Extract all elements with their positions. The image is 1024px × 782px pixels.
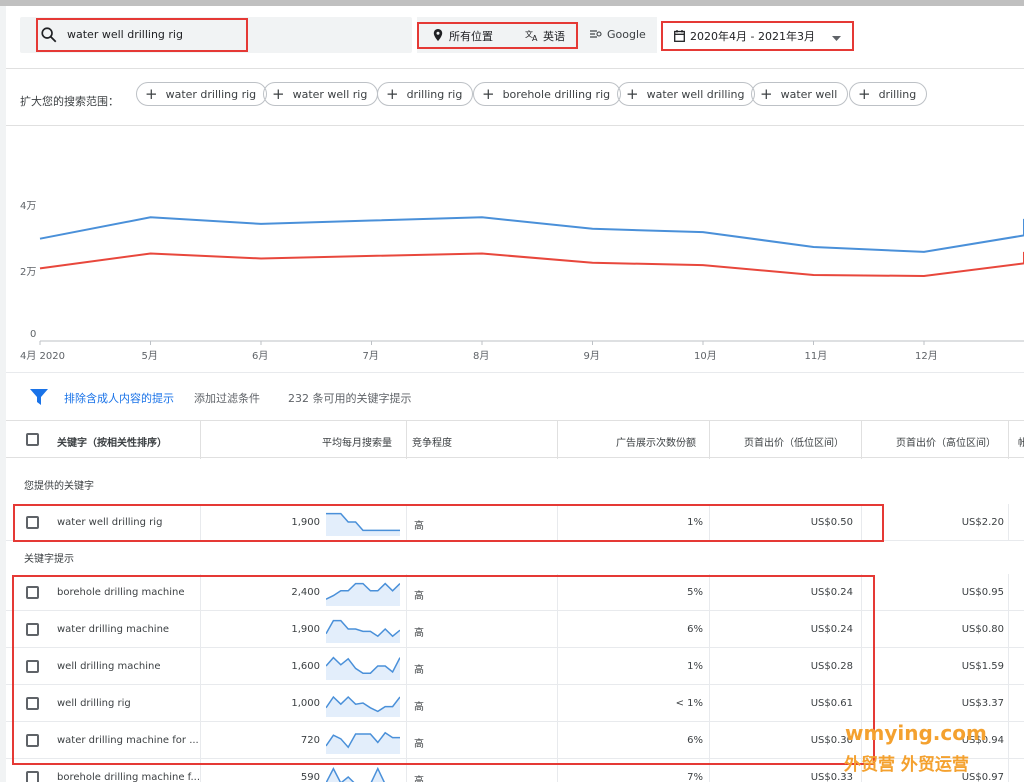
y-tick-label: 4万 <box>20 201 37 212</box>
search-highlight-frame <box>36 18 248 52</box>
column-divider <box>1008 722 1009 759</box>
row-checkbox[interactable] <box>26 771 39 782</box>
network-label: Google <box>607 28 646 41</box>
date-highlight-frame <box>661 21 854 51</box>
bid-high-cell: US$3.37 <box>961 698 1004 709</box>
x-tick-label: 7月 <box>362 351 379 362</box>
column-divider <box>1008 421 1009 459</box>
bid-high-cell: US$0.80 <box>961 624 1004 635</box>
keyword-cell: borehole drilling machine f... <box>57 772 200 782</box>
column-divider <box>861 421 862 459</box>
header-bid-high[interactable]: 页首出价（高位区间） <box>896 434 996 449</box>
x-tick-label: 10月 <box>694 351 717 362</box>
table-header: 关键字（按相关性排序） 平均每月搜索量 竞争程度 广告展示次数份额 页首出价（低… <box>6 420 1024 459</box>
filter-icon[interactable] <box>30 389 48 405</box>
x-tick-label: 12月 <box>915 351 938 362</box>
broaden-search-row: 扩大您的搜索范围： + water drilling rig + water wel… <box>6 68 1024 126</box>
provided-keywords-group: 您提供的关键字 <box>24 481 94 492</box>
header-keyword[interactable]: 关键字（按相关性排序） <box>57 434 167 449</box>
plus-icon: + <box>272 84 285 103</box>
header-volume[interactable]: 平均每月搜索量 <box>322 434 392 449</box>
header-account-status[interactable]: 帐 <box>1018 434 1024 449</box>
broaden-chip[interactable]: + water drilling rig <box>136 82 268 106</box>
y-tick-label: 2万 <box>20 267 37 278</box>
targeting-bar: water well drilling rig 所有位置 文 A 英语 Goog… <box>6 6 1024 64</box>
header-bid-low[interactable]: 页首出价（低位区间） <box>744 434 844 449</box>
bid-high-cell: US$1.59 <box>961 661 1004 672</box>
header-impression-share[interactable]: 广告展示次数份额 <box>616 434 696 449</box>
plus-icon: + <box>626 84 639 103</box>
trend-sparkline <box>326 766 385 782</box>
broaden-chip[interactable]: + water well drilling <box>617 82 756 106</box>
trend-chart-svg <box>39 216 1024 345</box>
plus-icon: + <box>858 84 871 103</box>
column-divider <box>1008 504 1009 541</box>
add-filter-link[interactable]: 添加过滤条件 <box>194 390 260 406</box>
column-divider <box>200 421 201 459</box>
filter-row: 排除含成人内容的提示 添加过滤条件 232 条可用的关键字提示 <box>6 372 1024 420</box>
keyword-planner-page: water well drilling rig 所有位置 文 A 英语 Goog… <box>6 6 1024 782</box>
broaden-chip[interactable]: + water well rig <box>263 82 379 106</box>
column-divider <box>1008 685 1009 722</box>
broaden-chip[interactable]: + drilling rig <box>377 82 474 106</box>
chip-label: drilling rig <box>406 87 463 101</box>
network-icon <box>590 30 602 38</box>
column-divider <box>1008 611 1009 648</box>
column-divider <box>1008 648 1009 685</box>
column-divider <box>557 421 558 459</box>
plus-icon: + <box>386 84 399 103</box>
column-divider <box>709 421 710 459</box>
bid-high-cell: US$2.20 <box>961 517 1004 528</box>
column-divider <box>406 421 407 459</box>
select-all-checkbox[interactable] <box>26 433 39 446</box>
suggestions-highlight-frame <box>12 575 875 765</box>
broaden-chip[interactable]: + borehole drilling rig <box>473 82 622 106</box>
y-tick-label: 0 <box>30 329 37 340</box>
x-tick-label: 6月 <box>252 351 269 362</box>
watermark-domain: wmying.com <box>845 721 987 745</box>
search-volume-trend-chart: 4万 2万 0 4月 20205月6月7月8月9月10月11月12月1月 <box>6 126 1024 372</box>
x-tick-label: 4月 2020 <box>20 351 65 362</box>
column-divider <box>1008 574 1009 611</box>
trend-series-line-0 <box>39 216 1024 253</box>
exclude-adult-filter[interactable]: 排除含成人内容的提示 <box>64 390 174 406</box>
plus-icon: + <box>145 84 158 103</box>
plus-icon: + <box>482 84 495 103</box>
watermark-tagline: 外贸营 外贸运营 <box>844 755 969 775</box>
available-count: 232 条可用的关键字提示 <box>288 392 412 405</box>
chip-label: water well rig <box>292 87 368 101</box>
trend-series-line-1 <box>39 251 1024 278</box>
plus-icon: + <box>760 84 773 103</box>
x-tick-label: 5月 <box>141 351 158 362</box>
header-competition[interactable]: 竞争程度 <box>412 434 452 449</box>
broaden-label: 扩大您的搜索范围： <box>20 95 119 108</box>
x-tick-label: 11月 <box>804 351 828 362</box>
suggested-keywords-group: 关键字提示 <box>24 554 74 565</box>
network-selector[interactable]: Google <box>590 28 646 41</box>
chip-label: borehole drilling rig <box>502 87 611 101</box>
column-divider <box>1008 759 1009 782</box>
volume-cell: 590 <box>300 772 320 782</box>
provided-highlight-frame <box>13 504 884 542</box>
location-highlight-frame <box>417 22 578 49</box>
chip-label: water drilling rig <box>165 87 257 101</box>
chip-label: water well <box>780 87 838 101</box>
impression-share-cell: 7% <box>687 772 703 782</box>
x-tick-label: 8月 <box>473 351 490 362</box>
broaden-chip[interactable]: + drilling <box>849 82 928 106</box>
competition-cell: 高 <box>414 776 424 782</box>
chip-label: water well drilling <box>646 87 745 101</box>
x-tick-label: 9月 <box>583 351 600 362</box>
chip-label: drilling <box>878 87 917 101</box>
broaden-chip[interactable]: + water well <box>751 82 849 106</box>
bid-high-cell: US$0.95 <box>961 587 1004 598</box>
